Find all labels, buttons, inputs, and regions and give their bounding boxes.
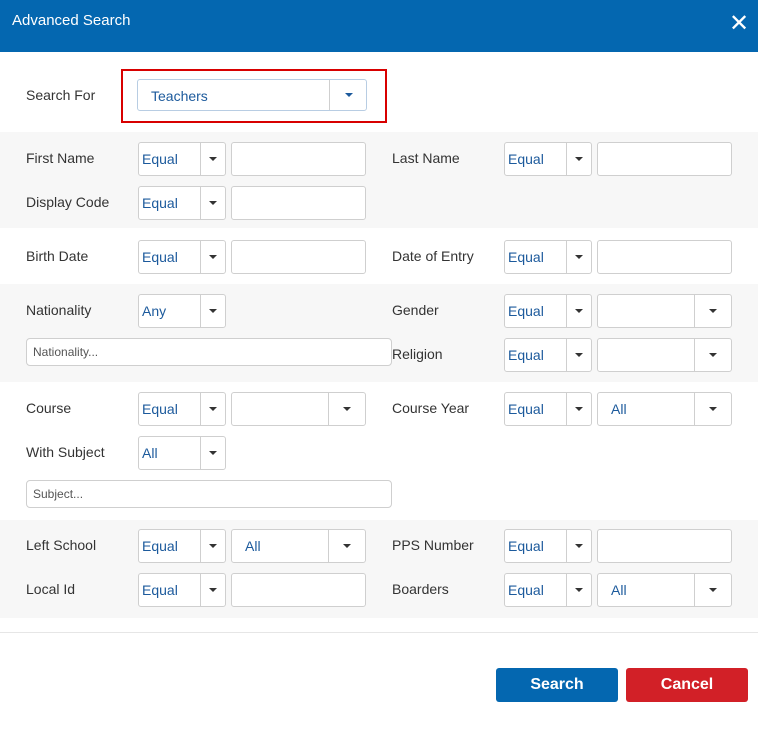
course-label: Course [26,400,72,416]
chevron-down-icon [209,309,217,313]
with-subject-label: With Subject [26,444,105,460]
boarders-label: Boarders [392,581,449,597]
chevron-down-icon [209,588,217,592]
search-for-select[interactable]: Teachers [137,79,367,111]
left-school-label: Left School [26,537,97,553]
gender-operator-select[interactable]: Equal [504,294,592,328]
search-button[interactable]: Search [496,668,618,702]
nationality-label: Nationality [26,302,92,318]
display-code-label: Display Code [26,194,110,210]
pps-number-label: PPS Number [392,537,474,553]
local-id-input[interactable] [231,573,366,607]
gender-value-select[interactable] [597,294,732,328]
nationality-operator-select[interactable]: Any [138,294,226,328]
local-id-label: Local Id [26,581,76,597]
cancel-button[interactable]: Cancel [626,668,748,702]
chevron-down-icon [209,201,217,205]
footer-divider [0,632,758,633]
chevron-down-icon [575,255,583,259]
boarders-operator-select[interactable]: Equal [504,573,592,607]
birth-date-label: Birth Date [26,248,89,264]
date-of-entry-label: Date of Entry [392,248,474,264]
chevron-down-icon [209,544,217,548]
chevron-down-icon [209,451,217,455]
date-of-entry-operator-select[interactable]: Equal [504,240,592,274]
chevron-down-icon [575,544,583,548]
course-value-select[interactable] [231,392,366,426]
birth-date-input[interactable] [231,240,366,274]
course-operator-select[interactable]: Equal [138,392,226,426]
course-year-value-select[interactable]: All [597,392,732,426]
chevron-down-icon [575,353,583,357]
chevron-down-icon [209,255,217,259]
left-school-operator-select[interactable]: Equal [138,529,226,563]
subject-input[interactable]: Subject... [26,480,392,508]
display-code-operator-select[interactable]: Equal [138,186,226,220]
religion-value-select[interactable] [597,338,732,372]
pps-number-input[interactable] [597,529,732,563]
gender-label: Gender [392,302,439,318]
first-name-label: First Name [26,150,95,166]
nationality-input[interactable]: Nationality... [26,338,392,366]
chevron-down-icon [345,93,353,97]
pps-number-operator-select[interactable]: Equal [504,529,592,563]
chevron-down-icon [575,588,583,592]
dialog-title: Advanced Search [12,12,131,29]
chevron-down-icon [575,309,583,313]
boarders-value-select[interactable]: All [597,573,732,607]
chevron-down-icon [709,407,717,411]
last-name-label: Last Name [392,150,460,166]
course-year-label: Course Year [392,400,470,416]
chevron-down-icon [709,588,717,592]
religion-label: Religion [392,346,443,362]
chevron-down-icon [343,544,351,548]
left-school-value-select[interactable]: All [231,529,366,563]
chevron-down-icon [575,407,583,411]
first-name-input[interactable] [231,142,366,176]
last-name-operator-select[interactable]: Equal [504,142,592,176]
birth-date-operator-select[interactable]: Equal [138,240,226,274]
display-code-input[interactable] [231,186,366,220]
course-year-operator-select[interactable]: Equal [504,392,592,426]
last-name-input[interactable] [597,142,732,176]
chevron-down-icon [209,407,217,411]
chevron-down-icon [575,157,583,161]
first-name-operator-select[interactable]: Equal [138,142,226,176]
search-for-label: Search For [26,87,96,103]
religion-operator-select[interactable]: Equal [504,338,592,372]
chevron-down-icon [709,353,717,357]
search-for-value: Teachers [151,88,208,104]
chevron-down-icon [209,157,217,161]
close-icon[interactable]: ✕ [727,12,751,36]
chevron-down-icon [343,407,351,411]
local-id-operator-select[interactable]: Equal [138,573,226,607]
dialog-header: Advanced Search ✕ [0,0,758,52]
with-subject-operator-select[interactable]: All [138,436,226,470]
chevron-down-icon [709,309,717,313]
date-of-entry-input[interactable] [597,240,732,274]
